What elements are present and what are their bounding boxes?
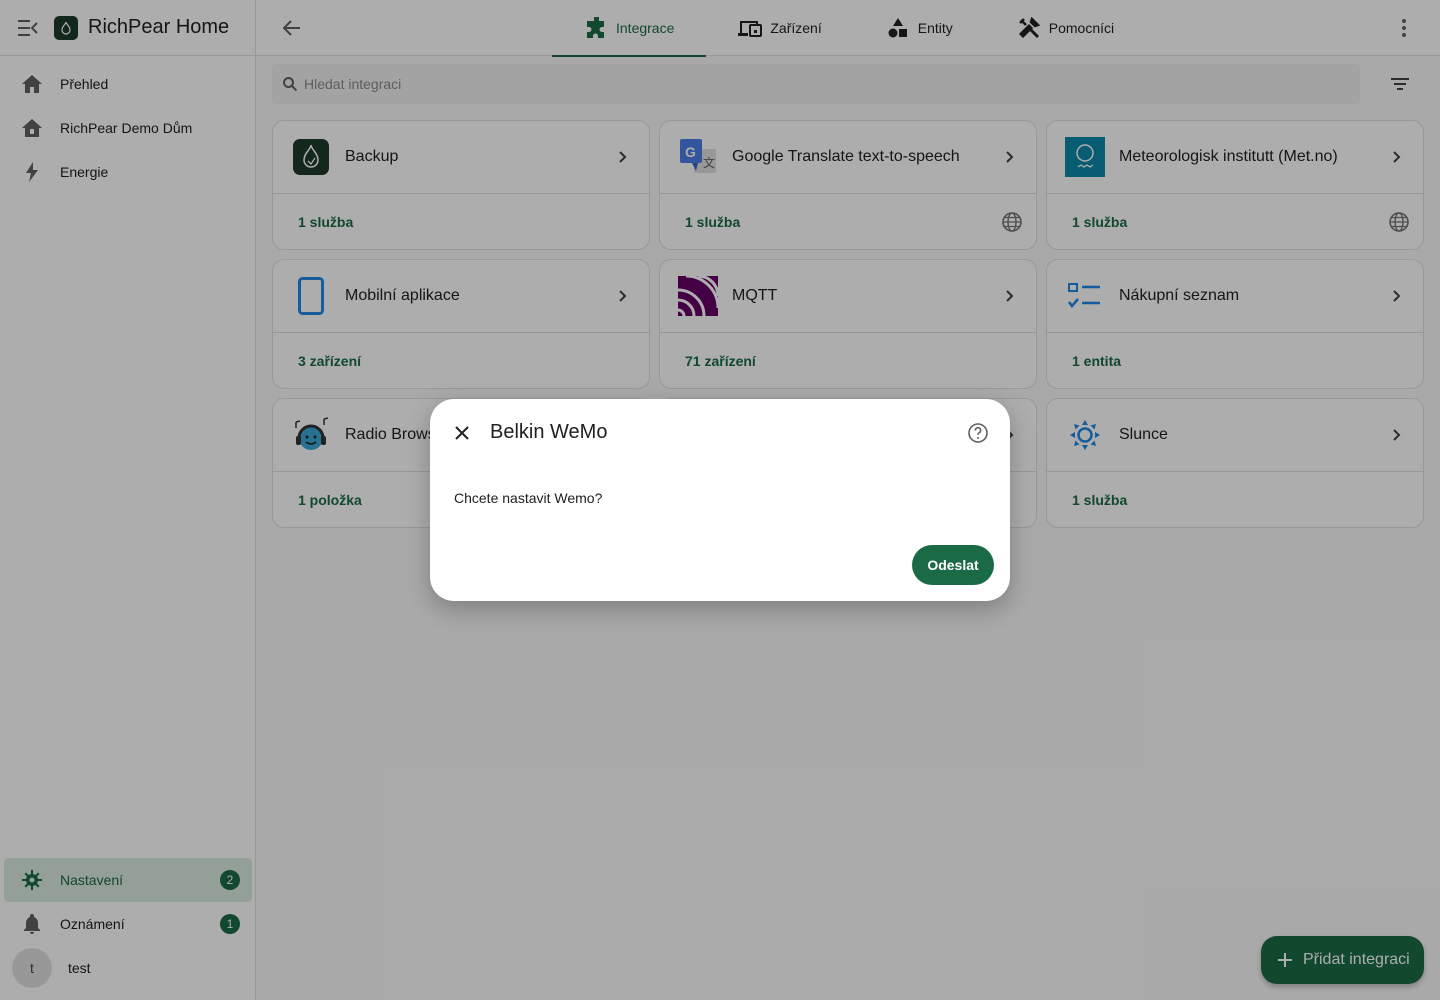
dialog-message: Chcete nastavit Wemo? (454, 490, 603, 506)
dialog-title: Belkin WeMo (490, 421, 608, 443)
submit-button[interactable]: Odeslat (912, 545, 994, 585)
help-icon[interactable] (966, 421, 990, 445)
config-dialog: Belkin WeMo Chcete nastavit Wemo? Odesla… (430, 399, 1010, 601)
close-icon[interactable] (450, 421, 474, 445)
